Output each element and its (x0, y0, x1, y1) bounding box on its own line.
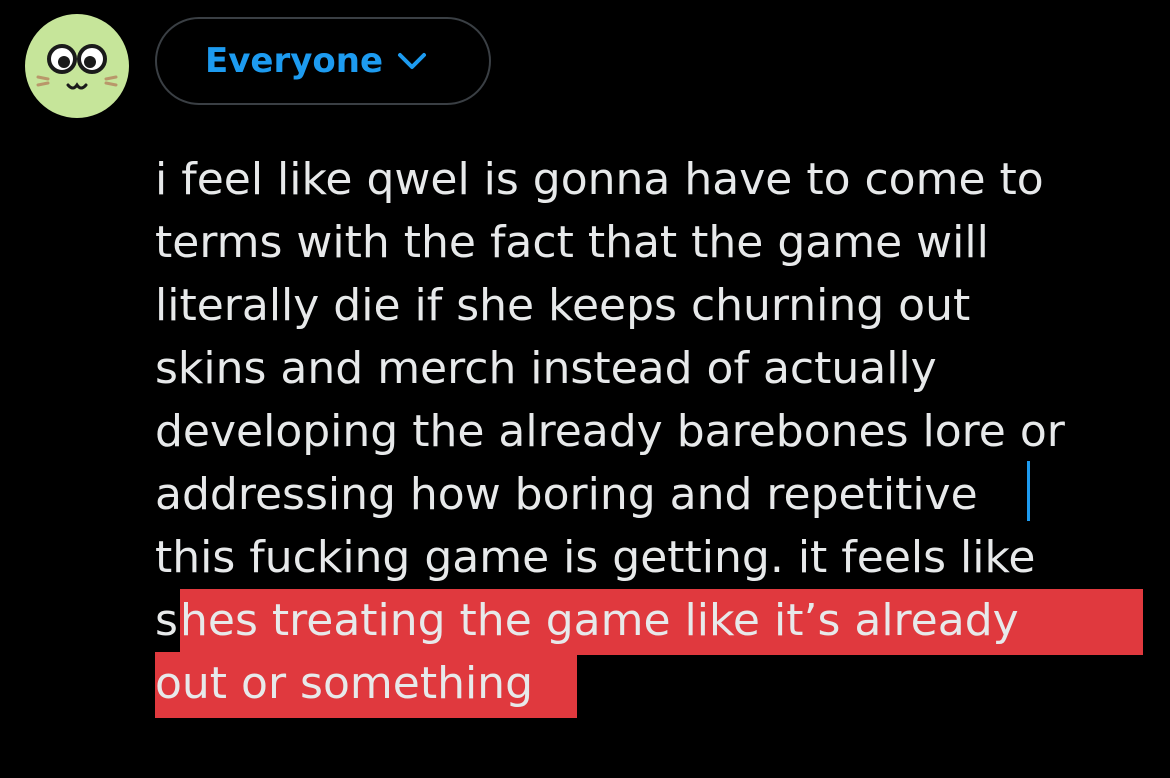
compose-text-line: literally die if she keeps churning out (155, 280, 971, 331)
text-caret (1027, 461, 1030, 521)
compose-text-line: this fucking game is getting. it feels l… (155, 532, 1036, 583)
tweet-compose-textarea[interactable]: i feel like qwel is gonna have to come t… (155, 148, 1150, 738)
chevron-down-icon (398, 53, 427, 69)
compose-text-line: s (155, 595, 178, 646)
compose-text-line: addressing how boring and repetitive (155, 469, 978, 520)
compose-text-line: i feel like qwel is gonna have to come t… (155, 154, 1044, 205)
compose-text-overflow-segment: hes treating the game like it’s already (180, 595, 1019, 646)
compose-text-line: skins and merch instead of actually (155, 343, 937, 394)
compose-text-overflow-segment: out or something (155, 658, 533, 709)
compose-text-line: terms with the fact that the game will (155, 217, 989, 268)
compose-text-line: developing the already barebones lore or (155, 406, 1065, 457)
audience-label: Everyone (205, 41, 384, 81)
avatar[interactable] (24, 13, 130, 119)
audience-selector-button[interactable]: Everyone (155, 17, 491, 105)
cartoon-cat-face-icon (25, 14, 129, 118)
